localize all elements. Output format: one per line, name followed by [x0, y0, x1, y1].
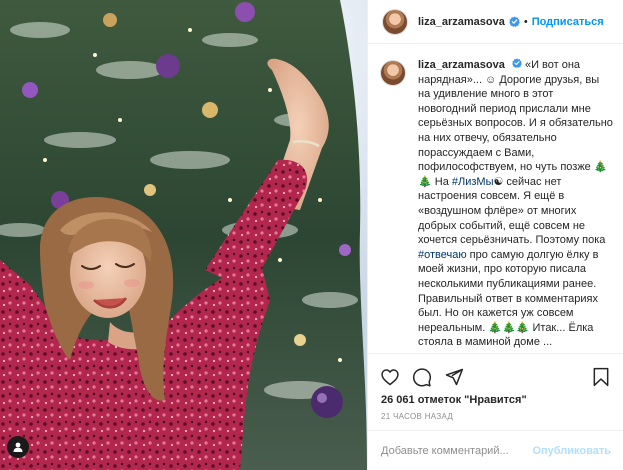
hashtag-lizmy[interactable]: #ЛизМы [452, 176, 494, 188]
likes-count[interactable]: 26 061 отметок "Нравится" [381, 394, 527, 406]
caption-verified-badge-icon [512, 58, 522, 68]
user-tag-icon[interactable] [7, 436, 29, 458]
post-photo[interactable] [0, 0, 367, 470]
caption-username[interactable]: liza_arzamasova [418, 59, 505, 71]
post-timestamp[interactable]: 21 ЧАСОВ НАЗАД [381, 412, 453, 421]
separator-dot: • [523, 15, 528, 28]
comment-input[interactable] [381, 444, 533, 457]
avatar[interactable] [382, 8, 408, 35]
photo-illustration [0, 0, 367, 470]
author-username[interactable]: liza_arzamasova [418, 16, 505, 28]
comment-bubble-icon[interactable] [412, 367, 432, 387]
caption-block: liza_arzamasova «И вот она нарядная»... … [380, 58, 617, 350]
verified-badge-icon [509, 16, 520, 27]
post-header: liza_arzamasova • Подписаться [368, 0, 623, 44]
hashtag-otvechayu[interactable]: #отвечаю [418, 249, 467, 261]
caption-part-1: «И вот она нарядная»... ☺ Дорогие друзья… [418, 59, 613, 188]
caption-part-3: про самую долгую ёлку в моей жизни, про … [418, 248, 599, 349]
post-side-panel: liza_arzamasova • Подписаться liza_arzam… [367, 0, 623, 470]
comment-form: Опубликовать [368, 430, 623, 470]
follow-button[interactable]: Подписаться [532, 16, 604, 28]
publish-button[interactable]: Опубликовать [532, 445, 611, 457]
action-bar [368, 353, 623, 399]
like-heart-icon[interactable] [380, 367, 400, 387]
bookmark-icon[interactable] [591, 367, 611, 387]
share-send-icon[interactable] [444, 367, 464, 387]
caption-avatar[interactable] [380, 60, 406, 86]
person-icon [13, 442, 23, 452]
caption-text: liza_arzamasova «И вот она нарядная»... … [418, 58, 614, 350]
